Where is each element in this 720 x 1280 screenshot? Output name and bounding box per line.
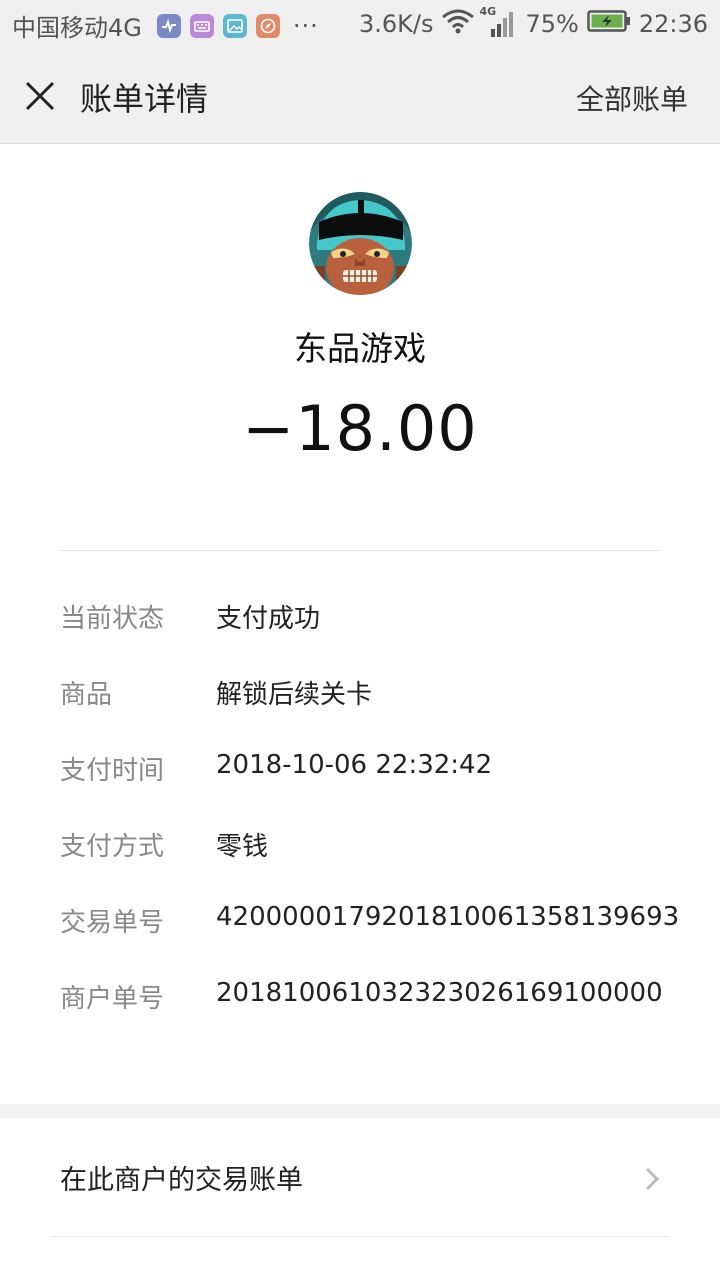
detail-row-transaction-id: 交易单号 4200000179201810061358139693 [60, 902, 680, 978]
detail-value: 零钱 [216, 832, 269, 862]
more-notifications-indicator: ··· [292, 11, 319, 40]
carrier-label: 中国移动4G [12, 14, 142, 42]
merchant-name: 东品游戏 [294, 329, 426, 368]
merchant-bills-label: 在此商户的交易账单 [60, 1165, 303, 1196]
detail-row-payment-method: 支付方式 零钱 [60, 826, 680, 902]
divider [50, 1236, 670, 1237]
detail-value: 4200000179201810061358139693 [216, 902, 680, 932]
merchant-bills-link[interactable]: 在此商户的交易账单 [0, 1118, 720, 1236]
detail-value: 2018-10-06 22:32:42 [216, 750, 493, 780]
detail-row-status: 当前状态 支付成功 [60, 598, 680, 674]
navigation-header: 账单详情 全部账单 [0, 50, 720, 144]
section-separator [0, 1104, 720, 1118]
compass-app-icon [255, 13, 280, 38]
detail-value: 解锁后续关卡 [216, 680, 373, 710]
page-title: 账单详情 [80, 80, 209, 118]
detail-label: 商户单号 [60, 984, 165, 1014]
detail-label: 支付时间 [60, 756, 165, 786]
chevron-right-icon [642, 1166, 662, 1192]
all-bills-button[interactable]: 全部账单 [576, 78, 688, 118]
detail-label: 当前状态 [60, 604, 165, 634]
detail-row-payment-time: 支付时间 2018-10-06 22:32:42 [60, 750, 680, 826]
detail-value: 201810061032323026169100000 [216, 978, 663, 1008]
detail-label: 支付方式 [60, 832, 165, 862]
detail-label: 交易单号 [60, 908, 165, 938]
merchant-avatar [309, 192, 412, 295]
health-app-icon [156, 13, 181, 38]
battery-percent: 75% [525, 10, 579, 38]
divider [60, 550, 660, 551]
keyboard-app-icon [189, 13, 214, 38]
detail-label: 商品 [60, 680, 113, 710]
transaction-details: 当前状态 支付成功 商品 解锁后续关卡 支付时间 2018-10-06 22:3… [60, 598, 680, 1054]
detail-row-merchant-order-id: 商户单号 201810061032323026169100000 [60, 978, 680, 1054]
detail-row-product: 商品 解锁后续关卡 [60, 674, 680, 750]
close-icon[interactable] [22, 78, 58, 114]
status-bar: 中国移动4G ··· 3.6K/s 4G 75% 22:36 [0, 0, 720, 50]
gallery-app-icon [222, 13, 247, 38]
battery-charging-icon [587, 9, 631, 39]
cellular-signal-icon: 4G [479, 5, 517, 39]
wifi-icon [441, 8, 475, 40]
detail-value: 支付成功 [216, 604, 321, 634]
clock: 22:36 [638, 10, 708, 38]
transaction-amount: −18.00 [242, 392, 478, 465]
network-speed: 3.6K/s [358, 10, 434, 38]
